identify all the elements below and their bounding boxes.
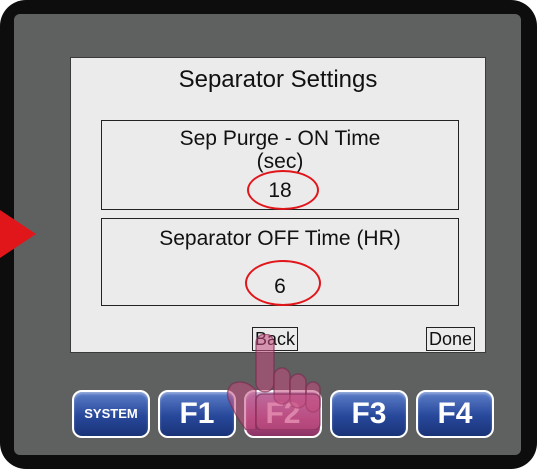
highlight-circle xyxy=(245,260,321,306)
screen-title: Separator Settings xyxy=(178,66,378,93)
system-key[interactable]: SYSTEM xyxy=(72,390,150,438)
f4-key[interactable]: F4 xyxy=(416,390,494,438)
f3-key[interactable]: F3 xyxy=(330,390,408,438)
settings-screen: Separator Settings Sep Purge - ON Time (… xyxy=(70,57,486,353)
done-button[interactable]: Done xyxy=(426,327,476,351)
highlight-circle xyxy=(247,170,319,210)
sep-purge-label: Sep Purge - ON Time xyxy=(179,127,381,150)
separator-off-label: Separator OFF Time (HR) xyxy=(159,227,401,250)
pointer-arrow-icon xyxy=(0,210,36,258)
pointing-hand-icon xyxy=(226,334,321,430)
